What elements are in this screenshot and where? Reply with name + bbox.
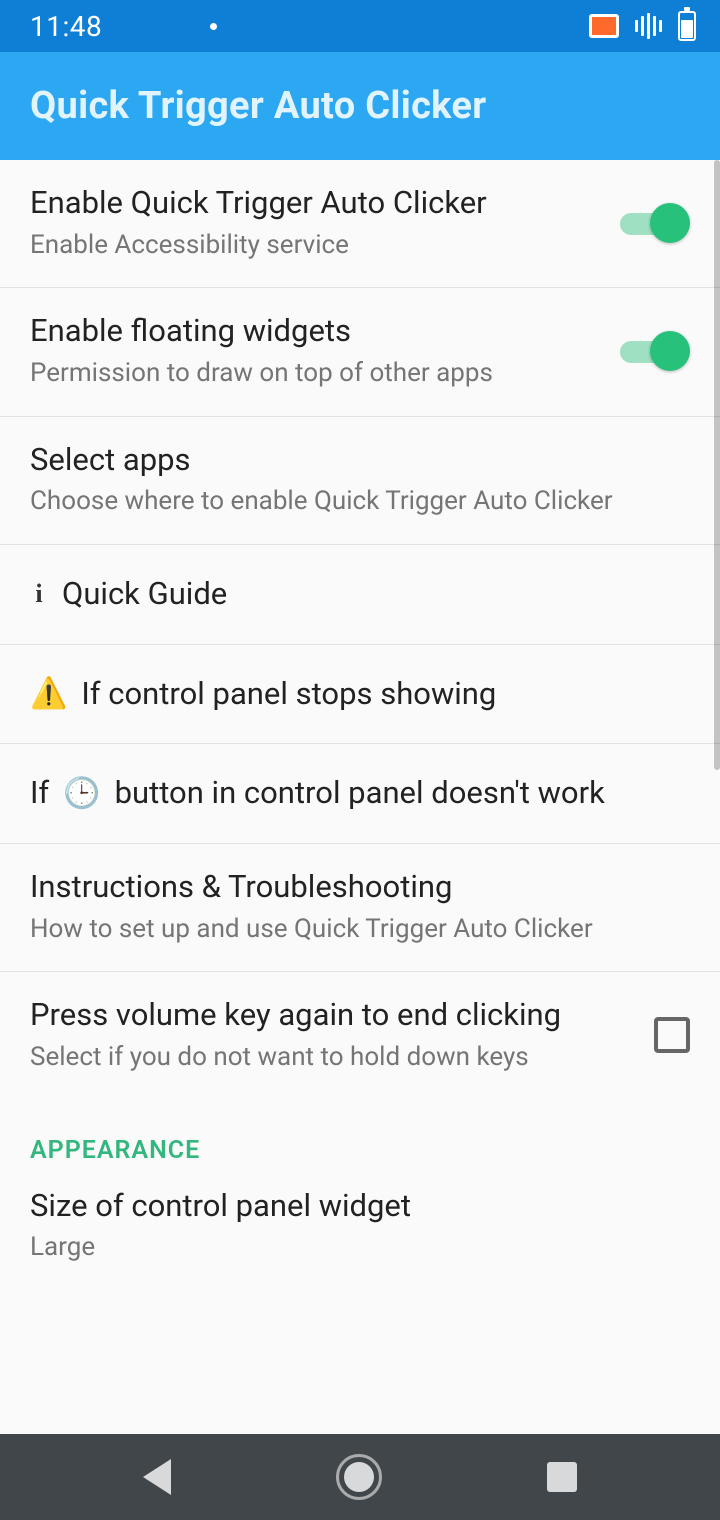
recent-apps-button[interactable] [547, 1462, 577, 1492]
row-control-panel-stops[interactable]: ⚠️ If control panel stops showing [0, 645, 720, 745]
row-clock-button-not-working[interactable]: If 🕒 button in control panel doesn't wor… [0, 744, 720, 844]
toggle-enable-auto-clicker[interactable] [620, 201, 690, 245]
checkbox-volume-key[interactable] [654, 1017, 690, 1053]
warning-icon: ⚠️ [30, 679, 67, 709]
notification-dot-icon [210, 23, 217, 30]
cast-icon [589, 14, 619, 38]
row-size-control-panel[interactable]: Size of control panel widget Large [0, 1171, 720, 1290]
row-title-text: Quick Guide [62, 575, 227, 614]
settings-list: Enable Quick Trigger Auto Clicker Enable… [0, 160, 720, 1290]
scroll-indicator[interactable] [714, 160, 720, 770]
row-subtitle: Permission to draw on top of other apps [30, 357, 604, 390]
home-button[interactable] [336, 1454, 382, 1500]
row-subtitle: Select if you do not want to hold down k… [30, 1041, 638, 1074]
row-title: Size of control panel widget [30, 1187, 690, 1226]
row-subtitle: How to set up and use Quick Trigger Auto… [30, 913, 690, 946]
row-quick-guide[interactable]: i Quick Guide [0, 545, 720, 645]
back-button[interactable] [143, 1459, 171, 1495]
row-title: Enable floating widgets [30, 312, 604, 351]
info-icon: i [30, 578, 48, 611]
row-enable-floating-widgets[interactable]: Enable floating widgets Permission to dr… [0, 288, 720, 416]
app-title: Quick Trigger Auto Clicker [30, 84, 486, 128]
vibrate-icon [635, 13, 662, 39]
row-title: Instructions & Troubleshooting [30, 868, 690, 907]
navigation-bar [0, 1434, 720, 1520]
status-bar: 11:48 [0, 0, 720, 52]
clock-icon: 🕒 [63, 779, 100, 809]
row-volume-key-end-clicking[interactable]: Press volume key again to end clicking S… [0, 972, 720, 1099]
battery-icon [678, 11, 696, 41]
app-bar: Quick Trigger Auto Clicker [0, 52, 720, 160]
row-subtitle: Choose where to enable Quick Trigger Aut… [30, 485, 690, 518]
row-title: Press volume key again to end clicking [30, 996, 638, 1035]
row-instructions-troubleshooting[interactable]: Instructions & Troubleshooting How to se… [0, 844, 720, 972]
row-title-prefix: If [30, 774, 49, 813]
row-enable-auto-clicker[interactable]: Enable Quick Trigger Auto Clicker Enable… [0, 160, 720, 288]
row-subtitle: Enable Accessibility service [30, 229, 604, 262]
row-title: Select apps [30, 441, 690, 480]
status-time: 11:48 [30, 10, 102, 43]
section-appearance: APPEARANCE [0, 1136, 720, 1171]
row-title-suffix: button in control panel doesn't work [115, 774, 605, 813]
row-select-apps[interactable]: Select apps Choose where to enable Quick… [0, 417, 720, 545]
row-subtitle: Large [30, 1231, 690, 1264]
toggle-floating-widgets[interactable] [620, 329, 690, 373]
row-title-text: If control panel stops showing [81, 675, 496, 714]
row-title: Enable Quick Trigger Auto Clicker [30, 184, 604, 223]
